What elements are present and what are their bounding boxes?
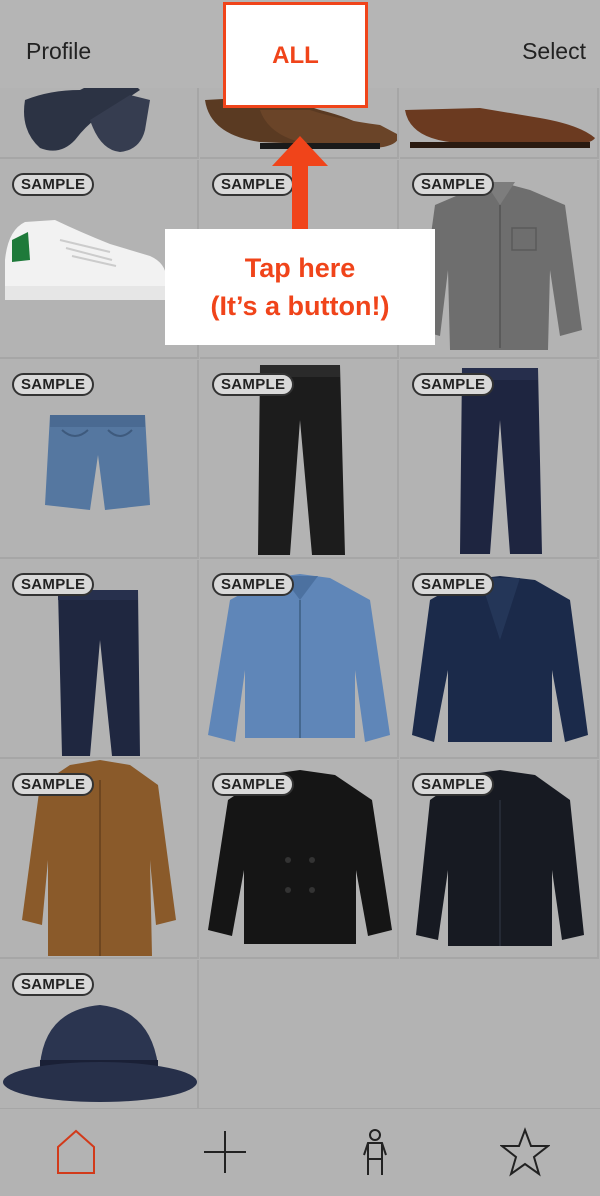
- plus-icon[interactable]: [200, 1127, 250, 1177]
- sample-badge: SAMPLE: [12, 173, 95, 196]
- grid-item-fedora-hat[interactable]: SAMPLE: [0, 960, 199, 1108]
- sample-badge: SAMPLE: [412, 173, 495, 196]
- callout-line-1: Tap here: [244, 253, 356, 283]
- sample-badge: SAMPLE: [12, 773, 95, 796]
- bottom-tab-bar: [0, 1108, 600, 1196]
- sample-badge: SAMPLE: [412, 773, 495, 796]
- tutorial-callout: Tap here (It’s a button!): [165, 229, 435, 345]
- star-icon[interactable]: [500, 1127, 550, 1177]
- sample-badge: SAMPLE: [212, 573, 295, 596]
- grid-item-black-overcoat[interactable]: SAMPLE: [400, 760, 599, 959]
- sample-badge: SAMPLE: [212, 373, 295, 396]
- grid-item-navy-trousers[interactable]: SAMPLE: [0, 560, 199, 759]
- grid-item-denim-jacket[interactable]: SAMPLE: [200, 560, 399, 759]
- grid-item-dark-jeans[interactable]: SAMPLE: [400, 360, 599, 559]
- up-arrow-icon: [272, 136, 328, 234]
- sample-badge: SAMPLE: [212, 773, 295, 796]
- grid-item-leather-shoes[interactable]: [400, 88, 599, 159]
- grid-item-denim-shorts[interactable]: SAMPLE: [0, 360, 199, 559]
- grid-item-navy-blazer[interactable]: SAMPLE: [400, 560, 599, 759]
- profile-button[interactable]: Profile: [26, 38, 91, 65]
- sample-badge: SAMPLE: [12, 573, 95, 596]
- select-button[interactable]: Select: [522, 38, 586, 65]
- person-icon[interactable]: [350, 1127, 400, 1177]
- grid-item-black-peacoat[interactable]: SAMPLE: [200, 760, 399, 959]
- sample-badge: SAMPLE: [12, 373, 95, 396]
- grid-item-black-jeans[interactable]: SAMPLE: [200, 360, 399, 559]
- all-filter-label: ALL: [272, 42, 319, 69]
- grid-item-camel-overcoat[interactable]: SAMPLE: [0, 760, 199, 959]
- socks-image: [24, 88, 150, 152]
- sample-badge: SAMPLE: [412, 573, 495, 596]
- leather-shoes-image: [405, 108, 595, 148]
- home-icon[interactable]: [51, 1127, 101, 1177]
- grid-item-socks[interactable]: [0, 88, 199, 159]
- all-filter-button[interactable]: ALL: [223, 2, 368, 108]
- sample-badge: SAMPLE: [412, 373, 495, 396]
- sample-badge: SAMPLE: [12, 973, 95, 996]
- callout-line-2: (It’s a button!): [210, 291, 390, 321]
